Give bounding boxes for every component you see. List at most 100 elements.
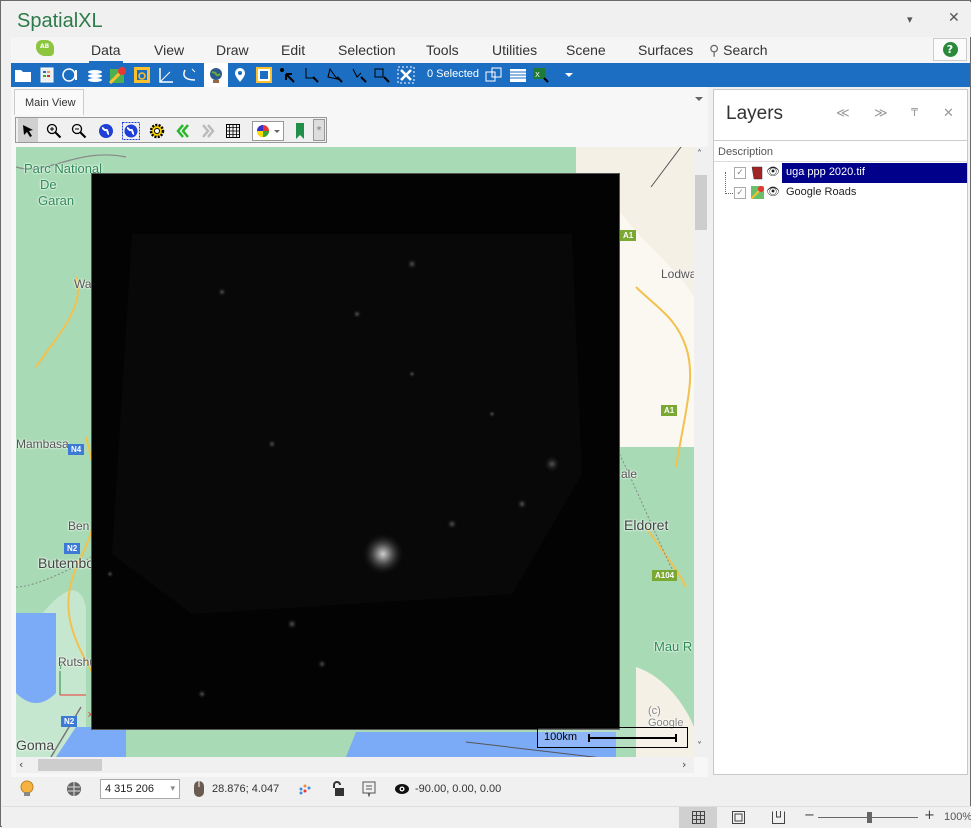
tab-edit[interactable]: Edit bbox=[281, 42, 305, 58]
tab-data[interactable]: Data bbox=[89, 42, 123, 63]
tab-utilities[interactable]: Utilities bbox=[492, 42, 537, 58]
scroll-right-icon[interactable]: › bbox=[682, 758, 686, 771]
select-polyline-icon[interactable] bbox=[350, 66, 368, 84]
document-dropdown-icon[interactable] bbox=[695, 97, 703, 101]
vertical-scroll-thumb[interactable] bbox=[695, 175, 707, 230]
layer-row[interactable]: ✓ 👁 Google Roads bbox=[714, 183, 967, 203]
help-button[interactable]: ? bbox=[933, 38, 967, 61]
map-horizontal-scrollbar[interactable]: ‹ › bbox=[16, 757, 694, 773]
search-label: Search bbox=[723, 42, 768, 58]
tab-selection[interactable]: Selection bbox=[338, 42, 396, 58]
search-button[interactable]: ⚲ Search bbox=[709, 42, 768, 59]
map-vertical-scrollbar[interactable]: ˄ ˅ bbox=[694, 147, 708, 757]
excel-export-icon[interactable]: X bbox=[532, 66, 550, 84]
road-shield: N2 bbox=[61, 716, 78, 727]
select-area-icon[interactable] bbox=[255, 66, 273, 84]
toolbar-more-dropdown-icon[interactable] bbox=[565, 73, 573, 77]
page-layout-icon[interactable] bbox=[732, 811, 745, 824]
select-arrow-icon[interactable] bbox=[18, 118, 38, 142]
zoom-level: 100% bbox=[944, 811, 971, 823]
google-maps-icon[interactable] bbox=[109, 66, 127, 84]
select-polygon-icon[interactable] bbox=[326, 66, 344, 84]
layers-stack-icon[interactable] bbox=[86, 66, 104, 84]
layer-visibility-checkbox[interactable]: ✓ bbox=[734, 187, 746, 199]
attribute-table-icon[interactable] bbox=[509, 66, 527, 84]
horizontal-scroll-thumb[interactable] bbox=[38, 759, 102, 771]
page-break-icon[interactable] bbox=[772, 811, 785, 824]
tab-draw[interactable]: Draw bbox=[216, 42, 249, 58]
raster-layer-uga-ppp-2020 bbox=[91, 173, 620, 730]
globe-button[interactable] bbox=[204, 63, 228, 87]
zoom-in-icon[interactable] bbox=[44, 121, 64, 141]
bookmark-icon[interactable] bbox=[290, 121, 310, 141]
map-place-label: Mambasa bbox=[16, 437, 69, 451]
snap-points-icon[interactable] bbox=[299, 783, 311, 795]
zoom-out-icon[interactable] bbox=[69, 121, 89, 141]
map-place-label: (c) Google bbox=[648, 705, 684, 729]
scroll-left-icon[interactable]: ‹ bbox=[19, 758, 23, 771]
scroll-up-icon[interactable]: ˄ bbox=[697, 149, 702, 160]
map-pin-icon[interactable] bbox=[231, 66, 249, 84]
settings-gear-icon[interactable] bbox=[147, 121, 167, 141]
app-title: SpatialXL bbox=[17, 10, 103, 32]
kampala-bright-spot bbox=[361, 532, 405, 576]
tab-surfaces[interactable]: Surfaces bbox=[638, 42, 693, 58]
globe-extent-icon[interactable] bbox=[121, 121, 141, 141]
eye-icon[interactable]: 👁 bbox=[766, 185, 780, 198]
message-icon[interactable] bbox=[362, 781, 376, 797]
tab-tools[interactable]: Tools bbox=[426, 42, 459, 58]
map-place-label: Lodwa bbox=[661, 267, 694, 281]
style-palette-icon[interactable] bbox=[61, 66, 79, 84]
map-place-label: Ben bbox=[68, 519, 90, 533]
grid-view-icon bbox=[692, 811, 705, 824]
close-window-button[interactable]: ✕ bbox=[948, 10, 960, 26]
color-palette-dropdown[interactable] bbox=[252, 121, 284, 141]
globe-full-extent-icon[interactable] bbox=[96, 121, 116, 141]
layers-previous-icon[interactable]: ≪ bbox=[836, 106, 850, 121]
select-rectangle-icon[interactable] bbox=[373, 66, 391, 84]
tab-view[interactable]: View bbox=[154, 42, 184, 58]
axis-tool-icon[interactable] bbox=[181, 66, 199, 84]
map-scale-combo[interactable]: 4 315 206 ▾ bbox=[100, 779, 180, 799]
projection-globe-icon[interactable] bbox=[66, 781, 82, 797]
clear-selection-icon[interactable] bbox=[397, 66, 415, 84]
normal-view-button[interactable] bbox=[679, 807, 717, 828]
zoom-slider-thumb[interactable] bbox=[867, 812, 872, 823]
layers-next-icon[interactable]: ≫ bbox=[874, 106, 888, 121]
grid-icon[interactable] bbox=[223, 121, 243, 141]
next-view-icon[interactable] bbox=[198, 121, 218, 141]
zoom-out-button[interactable]: − bbox=[804, 808, 815, 823]
export-selection-icon[interactable] bbox=[485, 66, 503, 84]
map-canvas[interactable]: Y x Parc NationalDeGaranWaMambasaBenBute… bbox=[16, 147, 694, 757]
frame-tool-icon[interactable] bbox=[133, 66, 151, 84]
map-place-label: De bbox=[40, 177, 57, 192]
scale-bar-tick-right bbox=[675, 734, 677, 742]
lightbulb-icon[interactable] bbox=[20, 780, 34, 798]
unlock-icon[interactable] bbox=[331, 781, 345, 797]
tab-scene[interactable]: Scene bbox=[566, 42, 606, 58]
window-menu-dropdown-icon[interactable]: ▾ bbox=[907, 13, 913, 26]
app-window: SpatialXL ▾ ✕ AB Data View Draw Edit Sel… bbox=[0, 0, 971, 828]
zoom-in-button[interactable]: + bbox=[924, 808, 935, 823]
measure-angle-icon[interactable] bbox=[157, 66, 175, 84]
pin-toolbar-button[interactable]: * bbox=[313, 119, 325, 141]
open-folder-icon[interactable] bbox=[14, 66, 32, 84]
camera-orientation: -90.00, 0.00, 0.00 bbox=[415, 783, 502, 795]
previous-view-icon[interactable] bbox=[173, 121, 193, 141]
map-place-label: Wa bbox=[74, 277, 92, 291]
scroll-down-icon[interactable]: ˅ bbox=[697, 741, 702, 752]
layer-visibility-checkbox[interactable]: ✓ bbox=[734, 167, 746, 179]
layer-name[interactable]: Google Roads bbox=[782, 183, 860, 203]
select-vertex-icon[interactable] bbox=[302, 66, 320, 84]
select-point-icon[interactable] bbox=[278, 66, 296, 84]
layer-row[interactable]: ✓ 👁 uga ppp 2020.tif bbox=[714, 163, 967, 183]
pin-panel-icon[interactable]: ₸ bbox=[911, 106, 918, 119]
app-logo-icon[interactable]: AB bbox=[36, 40, 54, 56]
ribbon-tabs: AB Data View Draw Edit Selection Tools U… bbox=[11, 37, 970, 63]
map-place-label: Garan bbox=[38, 193, 75, 208]
tab-main-view[interactable]: Main View bbox=[14, 89, 84, 115]
layer-name[interactable]: uga ppp 2020.tif bbox=[782, 163, 967, 183]
eye-icon[interactable]: 👁 bbox=[766, 165, 780, 178]
close-panel-icon[interactable]: ✕ bbox=[943, 106, 954, 121]
data-table-icon[interactable] bbox=[38, 66, 56, 84]
